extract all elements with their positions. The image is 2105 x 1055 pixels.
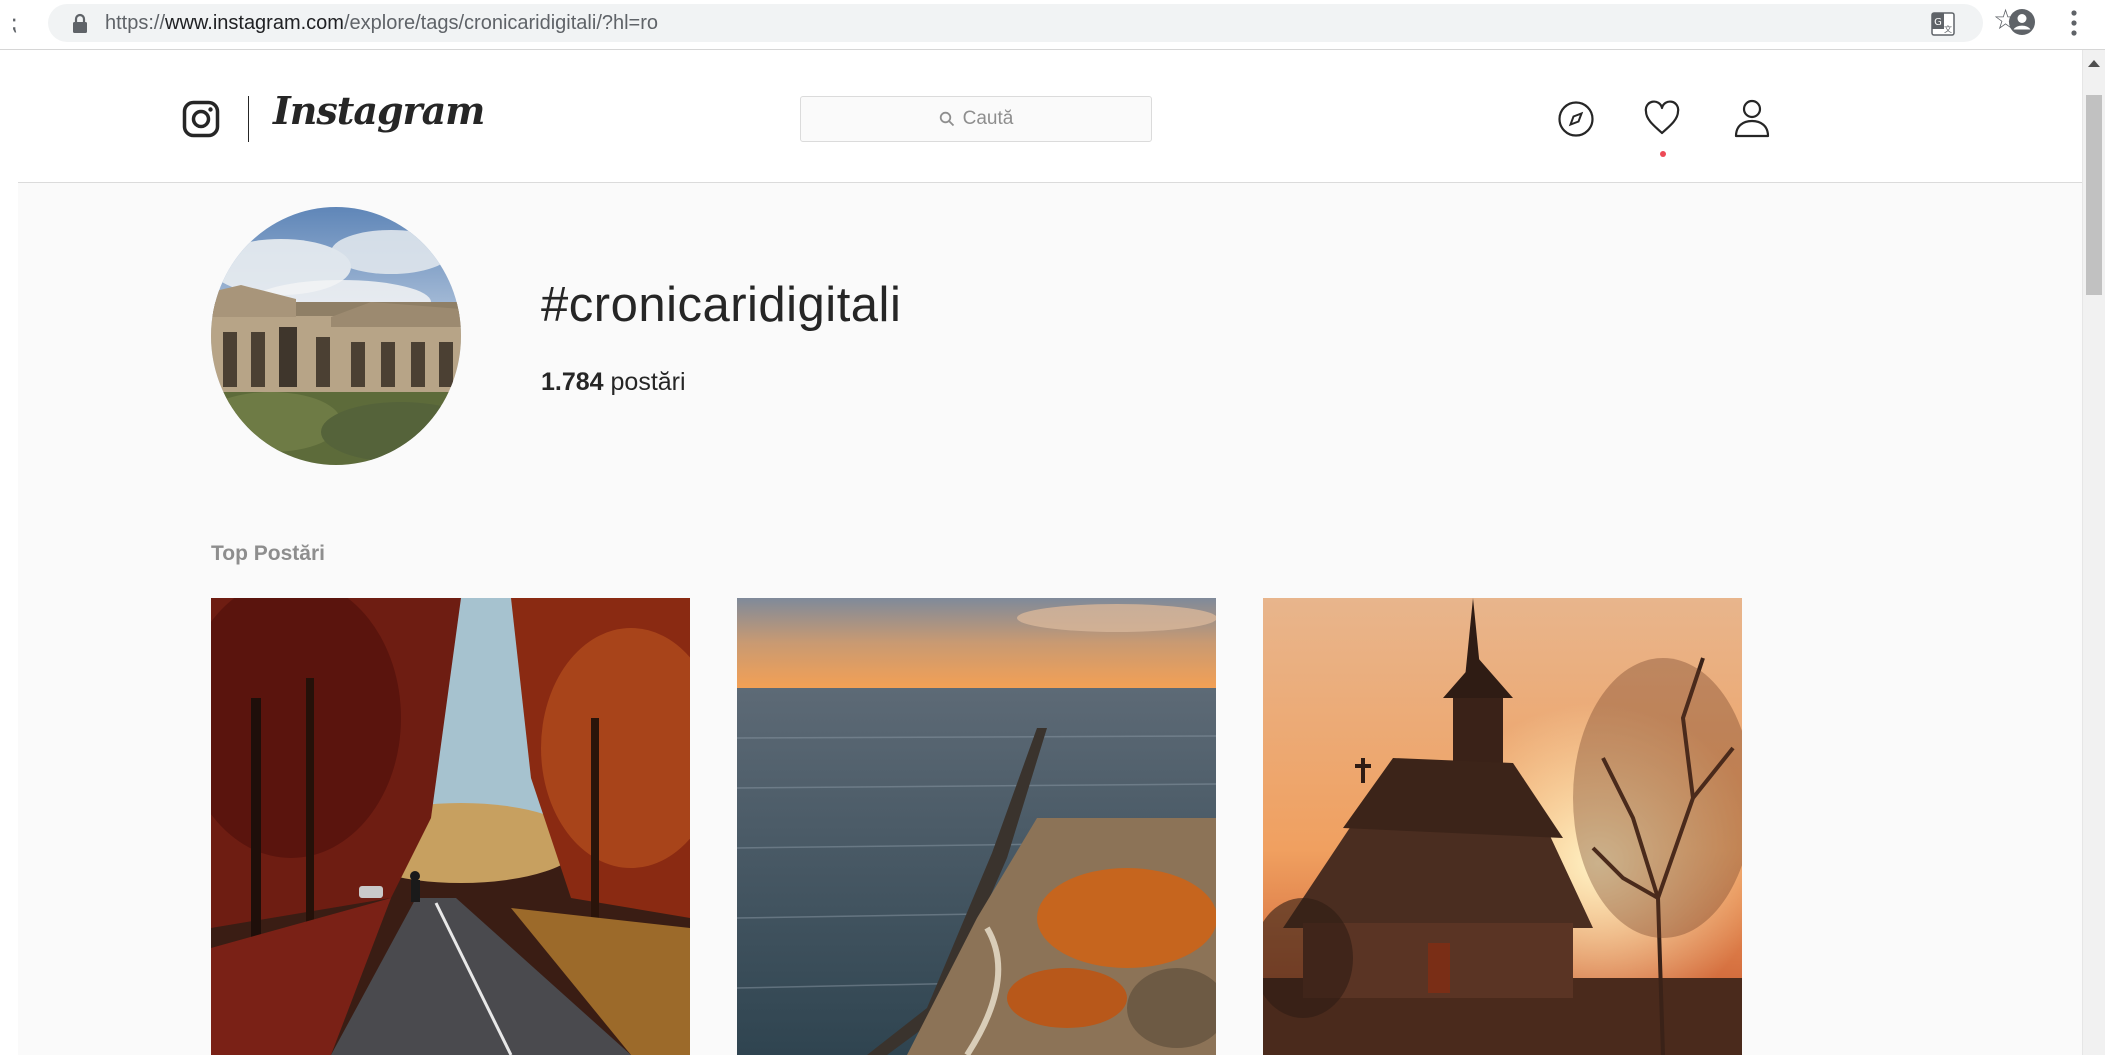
- top-post-1[interactable]: [211, 598, 690, 1055]
- account-icon[interactable]: [2008, 8, 2036, 36]
- svg-text:G: G: [1934, 17, 1942, 28]
- top-posts-heading: Top Postări: [211, 542, 325, 565]
- url-host: www.instagram.com: [165, 12, 344, 34]
- top-post-2[interactable]: [737, 598, 1216, 1055]
- post-count-number: 1.784: [541, 368, 604, 396]
- post-count-label: postări: [603, 368, 686, 396]
- activity-heart-icon[interactable]: [1643, 100, 1681, 136]
- wooden-church-sunset-photo: [1263, 598, 1742, 1055]
- top-post-3[interactable]: [1263, 598, 1742, 1055]
- notification-dot: [1660, 151, 1666, 157]
- url-text[interactable]: https://www.instagram.com/explore/tags/c…: [105, 12, 658, 35]
- page-edge: [0, 50, 18, 1055]
- tag-avatar: [211, 207, 461, 465]
- hashtag-title: #cronicaridigitali: [541, 278, 902, 332]
- search-input[interactable]: Caută: [800, 96, 1152, 142]
- browser-toolbar: ⁏ https://www.instagram.com/explore/tags…: [0, 0, 2105, 50]
- address-bar[interactable]: https://www.instagram.com/explore/tags/c…: [48, 4, 2018, 42]
- sea-breakwater-sunset-photo: [737, 598, 1216, 1055]
- extension-icon[interactable]: ⁏: [10, 10, 17, 36]
- profile-icon[interactable]: [1733, 98, 1771, 138]
- url-path: /explore/tags/cronicaridigitali/?hl=ro: [343, 12, 659, 34]
- svg-text:文: 文: [1944, 24, 1952, 34]
- instagram-camera-icon[interactable]: [182, 100, 220, 138]
- lock-icon[interactable]: [70, 13, 90, 35]
- url-scheme: https://: [105, 12, 166, 34]
- autumn-forest-road-photo: [211, 598, 690, 1055]
- palace-ruins-photo: [211, 207, 461, 465]
- explore-compass-icon[interactable]: [1557, 100, 1595, 138]
- logo-divider: [248, 96, 249, 142]
- menu-icon[interactable]: [2070, 8, 2078, 38]
- scroll-thumb[interactable]: [2086, 95, 2102, 295]
- translate-icon[interactable]: G 文: [1931, 12, 1955, 36]
- scrollbar[interactable]: [2082, 50, 2105, 1055]
- instagram-logo[interactable]: Instagram: [273, 88, 485, 133]
- search-icon: [939, 111, 954, 127]
- post-count: 1.784 postări: [541, 368, 686, 397]
- scroll-up-arrow-icon[interactable]: [2088, 60, 2100, 67]
- instagram-header: Instagram Caută: [18, 50, 2082, 183]
- search-placeholder: Caută: [962, 108, 1014, 129]
